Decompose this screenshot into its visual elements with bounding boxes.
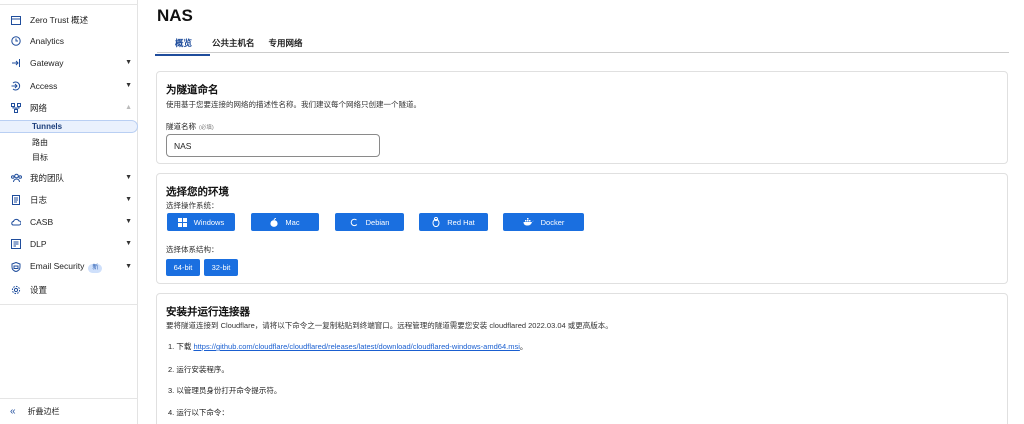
sidebar-item-label: Analytics (30, 36, 65, 46)
sidebar-item-email-security[interactable]: Email Security 新 ▼ (0, 258, 138, 276)
page-title: NAS (157, 6, 193, 25)
tunnel-name-heading: 为隧道命名 (166, 84, 219, 96)
calendar-icon (10, 14, 22, 26)
sidebar-item-label: 日志 (30, 195, 48, 205)
sidebar-item-network[interactable]: 网络 ▲ (0, 99, 138, 117)
chevron-down-icon[interactable]: ▼ (125, 240, 132, 247)
collapse-sidebar-label: 折叠边栏 (27, 407, 60, 416)
os-mac-button[interactable]: Mac (251, 213, 319, 231)
new-badge: 新 (88, 264, 103, 273)
sidebar-item-casb[interactable]: CASB ▼ (0, 213, 138, 231)
casb-icon (10, 216, 22, 228)
apple-icon (270, 217, 279, 227)
email-security-icon (10, 261, 22, 273)
os-docker-label: Docker (540, 217, 565, 227)
install-step-1: 1. 下载 https://github.com/cloudflare/clou… (168, 341, 527, 352)
tunnel-name-label: 隧道名称 (必填) (166, 121, 214, 132)
sidebar-item-label: 我的团队 (30, 173, 65, 183)
chevron-down-icon[interactable]: ▼ (125, 263, 132, 270)
clock-icon (10, 35, 22, 47)
network-icon (10, 102, 22, 114)
os-windows-label: Windows (193, 217, 225, 227)
download-msi-link[interactable]: https://github.com/cloudflare/cloudflare… (193, 342, 519, 351)
sidebar-item-dlp[interactable]: DLP ▼ (0, 235, 138, 253)
sidebar-divider (0, 304, 138, 305)
chevron-down-icon[interactable]: ▼ (125, 174, 132, 181)
sidebar-item-settings[interactable]: 设置 (0, 281, 138, 299)
os-redhat-button[interactable]: Red Hat (419, 213, 488, 231)
tunnel-name-label-text: 隧道名称 (166, 122, 196, 131)
chevron-down-icon[interactable]: ▼ (125, 82, 132, 89)
dlp-icon (10, 238, 22, 250)
sidebar-item-analytics[interactable]: Analytics (0, 32, 138, 50)
sidebar-divider (0, 4, 138, 5)
tunnel-name-description: 使用基于您要连接的网络的描述性名称。我们建议每个网络只创建一个隧道。 (166, 100, 421, 109)
sidebar-item-label: DLP (30, 239, 47, 249)
debian-icon (350, 218, 359, 227)
arch-64bit-button[interactable]: 64-bit (166, 259, 200, 276)
gear-icon (10, 284, 22, 296)
chevron-down-icon[interactable]: ▼ (125, 59, 132, 66)
os-windows-button[interactable]: Windows (167, 213, 235, 231)
install-connector-card: 安装并运行连接器 要将隧道连接到 Cloudflare，请将以下命令之一复制粘贴… (156, 293, 1008, 424)
collapse-sidebar-button[interactable]: « 折叠边栏 (10, 406, 60, 417)
chevron-up-icon[interactable]: ▲ (125, 104, 132, 111)
log-icon (10, 194, 22, 206)
sidebar-item-label: 网络 (30, 103, 48, 113)
sidebar-subitem-routes[interactable]: 路由 (0, 136, 138, 149)
install-description: 要将隧道连接到 Cloudflare，请将以下命令之一复制粘贴到终端窗口。远程管… (166, 321, 613, 330)
install-step-2: 2. 运行安装程序。 (168, 365, 229, 374)
arch-32bit-button[interactable]: 32-bit (204, 259, 238, 276)
arch-label: 选择体系结构： (166, 245, 219, 254)
sidebar-divider (0, 398, 138, 399)
sidebar-item-zero-trust-overview[interactable]: Zero Trust 概述 (0, 11, 138, 29)
sidebar-subitem-tunnels[interactable]: Tunnels (0, 120, 138, 133)
install-step-1-prefix: 1. 下载 (168, 342, 192, 351)
os-debian-button[interactable]: Debian (335, 213, 404, 231)
sidebar: Zero Trust 概述 Analytics Gateway ▼ Access… (0, 0, 138, 424)
tunnel-name-card: 为隧道命名 使用基于您要连接的网络的描述性名称。我们建议每个网络只创建一个隧道。… (156, 71, 1008, 164)
tab-overview[interactable]: 概览 (154, 35, 211, 56)
chevron-down-icon[interactable]: ▼ (125, 196, 132, 203)
install-step-1-suffix: 。 (519, 342, 528, 351)
os-debian-label: Debian (365, 217, 390, 227)
os-redhat-label: Red Hat (447, 217, 475, 227)
gateway-icon (10, 57, 22, 69)
install-step-3: 3. 以管理员身份打开命令提示符。 (168, 386, 282, 395)
windows-icon (177, 217, 187, 227)
email-security-label: Email Security (30, 261, 85, 271)
sidebar-item-gateway[interactable]: Gateway ▼ (0, 54, 138, 72)
environment-card: 选择您的环境 选择操作系统： Windows Mac Debian Red Ha… (156, 173, 1008, 284)
install-heading: 安装并运行连接器 (166, 306, 250, 318)
double-chevron-left-icon: « (10, 406, 16, 417)
chevron-down-icon[interactable]: ▼ (125, 218, 132, 225)
linux-icon (432, 217, 440, 227)
main-content: NAS 概览 公共主机名 专用网络 为隧道命名 使用基于您要连接的网络的描述性名… (138, 0, 1024, 424)
tab-private-network[interactable]: 专用网络 (269, 35, 303, 52)
access-icon (10, 80, 22, 92)
required-marker: (必填) (199, 125, 214, 131)
install-step-4: 4. 运行以下命令： (168, 408, 229, 417)
tunnel-name-input[interactable] (166, 134, 380, 157)
sidebar-item-label: Access (30, 81, 58, 91)
environment-heading: 选择您的环境 (166, 186, 229, 198)
sidebar-item-label: Email Security 新 (30, 261, 103, 273)
os-label: 选择操作系统： (166, 201, 219, 210)
sidebar-item-label: Gateway (30, 58, 64, 68)
docker-icon (523, 218, 534, 226)
sidebar-item-label: Zero Trust 概述 (30, 15, 89, 25)
sidebar-item-my-team[interactable]: 我的团队 ▼ (0, 169, 138, 187)
tab-bar: 概览 公共主机名 专用网络 (154, 35, 1009, 56)
os-docker-button[interactable]: Docker (503, 213, 584, 231)
sidebar-item-label: 设置 (30, 285, 48, 295)
tab-public-hostnames[interactable]: 公共主机名 (212, 35, 255, 52)
sidebar-subitem-targets[interactable]: 目标 (0, 151, 138, 164)
sidebar-item-access[interactable]: Access ▼ (0, 77, 138, 95)
sidebar-item-logs[interactable]: 日志 ▼ (0, 191, 138, 209)
os-mac-label: Mac (285, 217, 300, 227)
team-icon (10, 172, 22, 184)
sidebar-item-label: CASB (30, 217, 54, 227)
